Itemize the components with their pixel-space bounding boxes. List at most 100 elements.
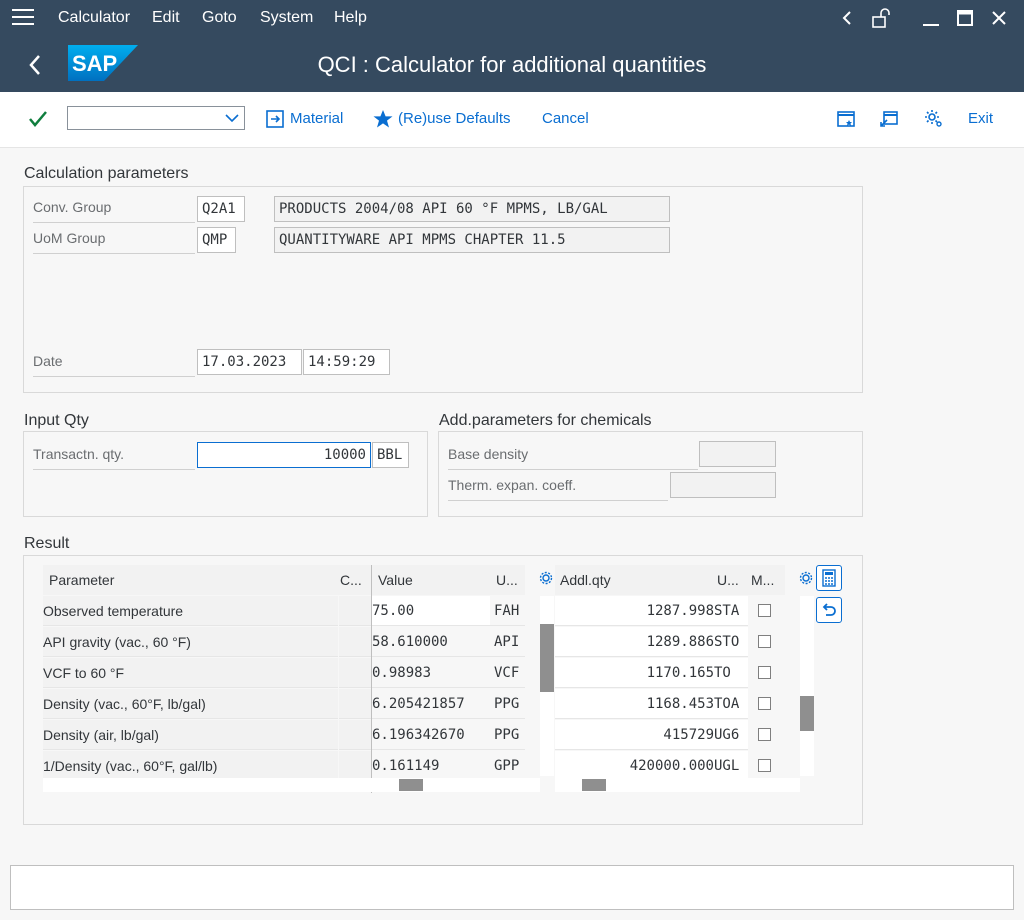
unit-cell: API <box>490 627 525 657</box>
header-c[interactable]: C... <box>340 565 370 595</box>
chevron-down-icon[interactable] <box>225 113 239 123</box>
menu-goto[interactable]: Goto <box>202 9 237 27</box>
page-title: QCI : Calculator for additional quantiti… <box>317 52 707 77</box>
date-label: Date <box>33 353 195 377</box>
result-title: Result <box>24 535 70 552</box>
application-toolbar: Material (Re)use Defaults Cancel Exit <box>0 92 1024 148</box>
uom-group-desc: QUANTITYWARE API MPMS CHAPTER 11.5 <box>274 227 670 253</box>
menu-icon[interactable] <box>12 9 34 27</box>
resize-icon[interactable] <box>879 110 899 128</box>
left-vertical-scrollbar[interactable] <box>540 596 554 776</box>
undo-icon <box>822 603 836 616</box>
transaction-qty-label: Transactn. qty. <box>33 446 195 470</box>
time-field[interactable]: 14:59:29 <box>303 349 390 375</box>
parameter-cell: 1/Density (vac., 60°F, gal/lb) <box>43 751 338 781</box>
minimize-icon[interactable] <box>921 10 941 28</box>
addl-unit-cell[interactable]: STA <box>714 596 748 626</box>
base-density-label: Base density <box>448 446 698 470</box>
m-checkbox[interactable] <box>758 697 771 710</box>
unit-cell: GPP <box>490 751 525 781</box>
calculator-button[interactable] <box>816 565 842 591</box>
addl-qty-cell[interactable]: 1170.165 <box>555 658 714 688</box>
right-vertical-scrollbar[interactable] <box>800 596 814 776</box>
grid-settings-icon-right[interactable] <box>799 571 813 585</box>
menu-system[interactable]: System <box>260 9 313 27</box>
value-cell: 0.161149 <box>372 751 490 781</box>
gear-icon[interactable] <box>924 109 944 129</box>
material-icon <box>266 110 284 128</box>
left-horizontal-scrollbar[interactable] <box>43 778 540 792</box>
value-cell[interactable]: 75.00 <box>372 596 490 626</box>
value-cell: 0.98983 <box>372 658 490 688</box>
addl-unit-cell[interactable]: UGL <box>714 751 748 781</box>
addl-unit-cell[interactable]: TOA <box>714 689 748 719</box>
chemicals-box <box>438 431 863 517</box>
conv-group-field[interactable]: Q2A1 <box>197 196 245 222</box>
header-addl-unit[interactable]: U... <box>717 565 745 595</box>
parameter-cell: Density (vac., 60°F, lb/gal) <box>43 689 338 719</box>
menu-calculator[interactable]: Calculator <box>58 9 130 27</box>
menu-help[interactable]: Help <box>334 9 367 27</box>
c-cell <box>339 751 371 781</box>
m-checkbox[interactable] <box>758 604 771 617</box>
command-field[interactable] <box>67 106 245 130</box>
addl-qty-cell[interactable]: 1287.998 <box>555 596 714 626</box>
input-qty-title: Input Qty <box>24 412 89 429</box>
unlock-icon[interactable] <box>871 8 893 28</box>
therm-expan-label: Therm. expan. coeff. <box>448 477 668 501</box>
addl-unit-cell[interactable]: STO <box>714 627 748 657</box>
header-parameter[interactable]: Parameter <box>49 565 329 595</box>
parameter-cell: Observed temperature <box>43 596 338 626</box>
addl-unit-cell[interactable]: UG6 <box>714 720 748 750</box>
c-cell <box>339 720 371 750</box>
transaction-unit-field[interactable]: BBL <box>372 442 409 468</box>
uom-group-field[interactable]: QMP <box>197 227 236 253</box>
addl-qty-cell[interactable]: 1289.886 <box>555 627 714 657</box>
c-cell <box>339 689 371 719</box>
exit-button[interactable]: Exit <box>968 110 993 127</box>
undo-button[interactable] <box>816 597 842 623</box>
grid-settings-icon-left[interactable] <box>539 571 553 585</box>
date-field[interactable]: 17.03.2023 <box>197 349 302 375</box>
addl-unit-cell[interactable]: TO <box>714 658 748 688</box>
m-checkbox[interactable] <box>758 759 771 772</box>
addl-qty-cell[interactable]: 415729 <box>555 720 714 750</box>
parameter-cell: Density (air, lb/gal) <box>43 720 338 750</box>
m-checkbox[interactable] <box>758 728 771 741</box>
status-bar <box>10 865 1014 910</box>
base-density-field[interactable] <box>699 441 776 467</box>
calc-params-title: Calculation parameters <box>24 165 189 182</box>
c-cell <box>339 658 371 688</box>
parameter-cell: VCF to 60 °F <box>43 658 338 688</box>
transaction-qty-input[interactable]: 10000 <box>197 442 371 468</box>
m-checkbox[interactable] <box>758 666 771 679</box>
header-m[interactable]: M... <box>751 565 779 595</box>
therm-expan-field[interactable] <box>670 472 776 498</box>
material-button[interactable]: Material <box>290 110 343 127</box>
unit-cell: PPG <box>490 720 525 750</box>
reuse-defaults-button[interactable]: (Re)use Defaults <box>398 110 511 127</box>
conv-group-desc: PRODUCTS 2004/08 API 60 °F MPMS, LB/GAL <box>274 196 670 222</box>
m-checkbox[interactable] <box>758 635 771 648</box>
header-value[interactable]: Value <box>378 565 488 595</box>
addl-qty-cell[interactable]: 1168.453 <box>555 689 714 719</box>
left-scroll-thumb[interactable] <box>540 624 554 692</box>
close-icon[interactable] <box>991 10 1007 26</box>
value-cell: 6.205421857 <box>372 689 490 719</box>
collapse-chevron-icon[interactable] <box>840 10 854 26</box>
cancel-button[interactable]: Cancel <box>542 110 589 127</box>
maximize-icon[interactable] <box>956 9 974 27</box>
menu-edit[interactable]: Edit <box>152 9 180 27</box>
check-icon[interactable] <box>28 110 48 128</box>
chemicals-title: Add.parameters for chemicals <box>439 412 652 429</box>
header-addl-qty[interactable]: Addl.qty <box>560 565 700 595</box>
addl-qty-cell[interactable]: 420000.000 <box>555 751 714 781</box>
conv-group-label: Conv. Group <box>33 199 195 223</box>
menu-bar: Calculator Edit Goto System Help <box>0 0 1024 37</box>
right-horizontal-scrollbar[interactable] <box>555 778 800 792</box>
header-unit[interactable]: U... <box>496 565 524 595</box>
unit-cell: FAH <box>490 596 525 626</box>
c-cell <box>339 596 371 626</box>
right-scroll-thumb[interactable] <box>800 696 814 731</box>
layout-icon[interactable] <box>836 110 856 128</box>
